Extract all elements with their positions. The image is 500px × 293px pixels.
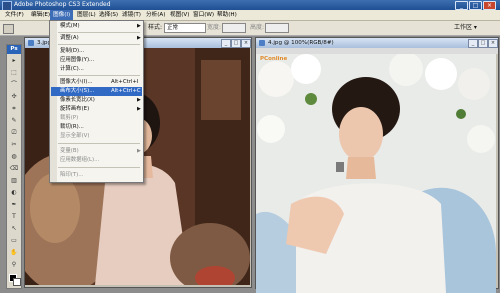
menu-separator: [58, 143, 140, 144]
marquee-tool-icon[interactable]: ⬚: [9, 68, 19, 77]
hand-tool-icon[interactable]: ✋: [9, 248, 19, 257]
slice-tool-icon[interactable]: ✂: [9, 140, 19, 149]
menu-item-duplicate[interactable]: 复制(D)...: [51, 47, 142, 56]
menu-filter[interactable]: 滤镜(T): [119, 10, 144, 20]
submenu-arrow-icon: ▶: [137, 148, 141, 154]
zoom-tool-icon[interactable]: ⚲: [9, 260, 19, 269]
menu-item-reveal-all[interactable]: 显示全部(V): [51, 132, 142, 141]
pen-tool-icon[interactable]: ✒: [9, 200, 19, 209]
ps-doc-icon: [259, 40, 265, 46]
submenu-arrow-icon: ▶: [137, 23, 141, 29]
maximize-button[interactable]: □: [469, 1, 482, 10]
menu-item-trap-label: 陷印(T)...: [60, 172, 84, 178]
menu-item-apply-image[interactable]: 应用图像(Y)...: [51, 56, 142, 65]
path-select-tool-icon[interactable]: ↖: [9, 224, 19, 233]
menu-item-apply-data-set-label: 应用数据组(L)...: [60, 157, 100, 163]
title-bar: Adobe Photoshop CS3 Extended _ □ ×: [0, 0, 500, 11]
style-select[interactable]: 正常: [164, 23, 206, 33]
menu-item-trap[interactable]: 陷印(T)...: [51, 171, 142, 180]
menu-item-mode[interactable]: 模式(M) ▶: [51, 22, 142, 31]
type-tool-icon[interactable]: T: [9, 212, 19, 221]
pconline-watermark: PConline: [260, 56, 288, 62]
height-field[interactable]: [265, 23, 289, 33]
menu-item-pixel-aspect-label: 像素长宽比(X): [60, 97, 95, 103]
menu-item-adjustments[interactable]: 调整(A) ▶: [51, 34, 142, 43]
menu-item-rotate-canvas[interactable]: 旋转画布(E) ▶: [51, 105, 142, 114]
menu-item-rotate-canvas-label: 旋转画布(E): [60, 106, 90, 112]
move-tool-icon[interactable]: ▸: [9, 56, 19, 65]
document-window-right[interactable]: 4.jpg @ 100%(RGB/8#) _ □ × PConline: [255, 37, 499, 293]
submenu-arrow-icon: ▶: [137, 106, 141, 112]
photo-right-image: [256, 54, 496, 293]
doc-left-close-button[interactable]: ×: [241, 39, 251, 48]
dodge-tool-icon[interactable]: ◐: [9, 188, 19, 197]
menu-item-apply-image-label: 应用图像(Y)...: [60, 57, 95, 63]
height-label: 高度:: [250, 24, 265, 31]
gradient-tool-icon[interactable]: ▥: [9, 176, 19, 185]
magic-wand-tool-icon[interactable]: ✣: [9, 92, 19, 101]
menu-item-trim[interactable]: 裁切(R)...: [51, 123, 142, 132]
menu-item-reveal-all-label: 显示全部(V): [60, 133, 90, 139]
menu-item-crop[interactable]: 裁剪(P): [51, 114, 142, 123]
doc-right-close-button[interactable]: ×: [488, 39, 498, 48]
menu-item-variables-label: 变量(B): [60, 148, 79, 154]
workspace-button[interactable]: 工作区 ▾: [454, 24, 477, 32]
menu-item-canvas-size-label: 画布大小(S)...: [60, 88, 95, 94]
width-label: 宽度:: [207, 24, 222, 31]
menu-item-image-size-label: 图像大小(I)...: [60, 79, 93, 85]
submenu-arrow-icon: ▶: [137, 35, 141, 41]
menu-item-duplicate-label: 复制(D)...: [60, 48, 85, 54]
crop-tool-icon[interactable]: ⌗: [9, 104, 19, 113]
menu-select[interactable]: 选择(S): [96, 10, 121, 20]
menu-item-crop-label: 裁剪(P): [60, 115, 79, 121]
menu-item-mode-label: 模式(M): [60, 23, 80, 29]
style-label: 样式:: [148, 24, 163, 31]
menu-item-canvas-size-shortcut: Alt+Ctrl+C: [111, 88, 141, 94]
submenu-arrow-icon: ▶: [137, 97, 141, 103]
menu-separator: [58, 75, 140, 76]
healing-tool-icon[interactable]: ◍: [9, 152, 19, 161]
menu-separator: [58, 32, 140, 33]
menu-file[interactable]: 文件(F): [2, 10, 27, 20]
width-field[interactable]: [222, 23, 246, 33]
doc-right-maximize-button[interactable]: □: [478, 39, 488, 48]
menu-help[interactable]: 帮助(H): [214, 10, 240, 20]
document-title-right: 4.jpg @ 100%(RGB/8#): [256, 38, 498, 48]
menu-item-trim-label: 裁切(R)...: [60, 124, 84, 130]
ps-doc-icon: [28, 40, 34, 46]
background-color-swatch[interactable]: [13, 278, 21, 286]
menu-analysis[interactable]: 分析(A): [143, 10, 168, 20]
menu-separator: [58, 167, 140, 168]
marquee-tool-icon[interactable]: [3, 24, 14, 34]
menu-item-image-size[interactable]: 图像大小(I)... Alt+Ctrl+I: [51, 78, 142, 87]
menu-item-calculations[interactable]: 计算(C)...: [51, 65, 142, 74]
lasso-tool-icon[interactable]: ⌒: [9, 80, 19, 89]
menu-separator: [58, 44, 140, 45]
menu-item-apply-data-set[interactable]: 应用数据组(L)...: [51, 156, 142, 165]
minimize-button[interactable]: _: [455, 1, 468, 10]
image-menu-dropdown: 模式(M) ▶ 调整(A) ▶ 复制(D)... 应用图像(Y)... 计算(C…: [49, 20, 144, 183]
stamp-tool-icon[interactable]: ⎚: [9, 128, 19, 137]
menu-layer[interactable]: 图层(L): [74, 10, 99, 20]
menu-item-image-size-shortcut: Alt+Ctrl+I: [111, 79, 139, 85]
ps-logo: Ps: [7, 45, 21, 54]
doc-left-maximize-button[interactable]: □: [231, 39, 241, 48]
doc-left-minimize-button[interactable]: _: [221, 39, 231, 48]
menu-item-variables[interactable]: 变量(B) ▶: [51, 147, 142, 156]
menu-item-pixel-aspect[interactable]: 像素长宽比(X) ▶: [51, 96, 142, 105]
menu-image[interactable]: 图像(I): [50, 10, 74, 20]
menu-item-canvas-size[interactable]: 画布大小(S)... Alt+Ctrl+C: [51, 87, 142, 96]
close-button[interactable]: ×: [483, 1, 496, 10]
menu-view[interactable]: 视图(V): [167, 10, 192, 20]
toolbox-panel: Ps ▸ ⬚ ⌒ ✣ ⌗ ✎ ⎚ ✂ ◍ ⌫ ▥ ◐ ✒ T ↖ ▭ ✋ ⚲: [6, 44, 22, 289]
menu-item-calculations-label: 计算(C)...: [60, 66, 84, 72]
window-title: Adobe Photoshop CS3 Extended: [14, 1, 111, 8]
brush-tool-icon[interactable]: ✎: [9, 116, 19, 125]
doc-right-minimize-button[interactable]: _: [468, 39, 478, 48]
eraser-tool-icon[interactable]: ⌫: [9, 164, 19, 173]
shape-tool-icon[interactable]: ▭: [9, 236, 19, 245]
menu-item-adjustments-label: 调整(A): [60, 35, 79, 41]
photo-right-art: [256, 54, 496, 293]
